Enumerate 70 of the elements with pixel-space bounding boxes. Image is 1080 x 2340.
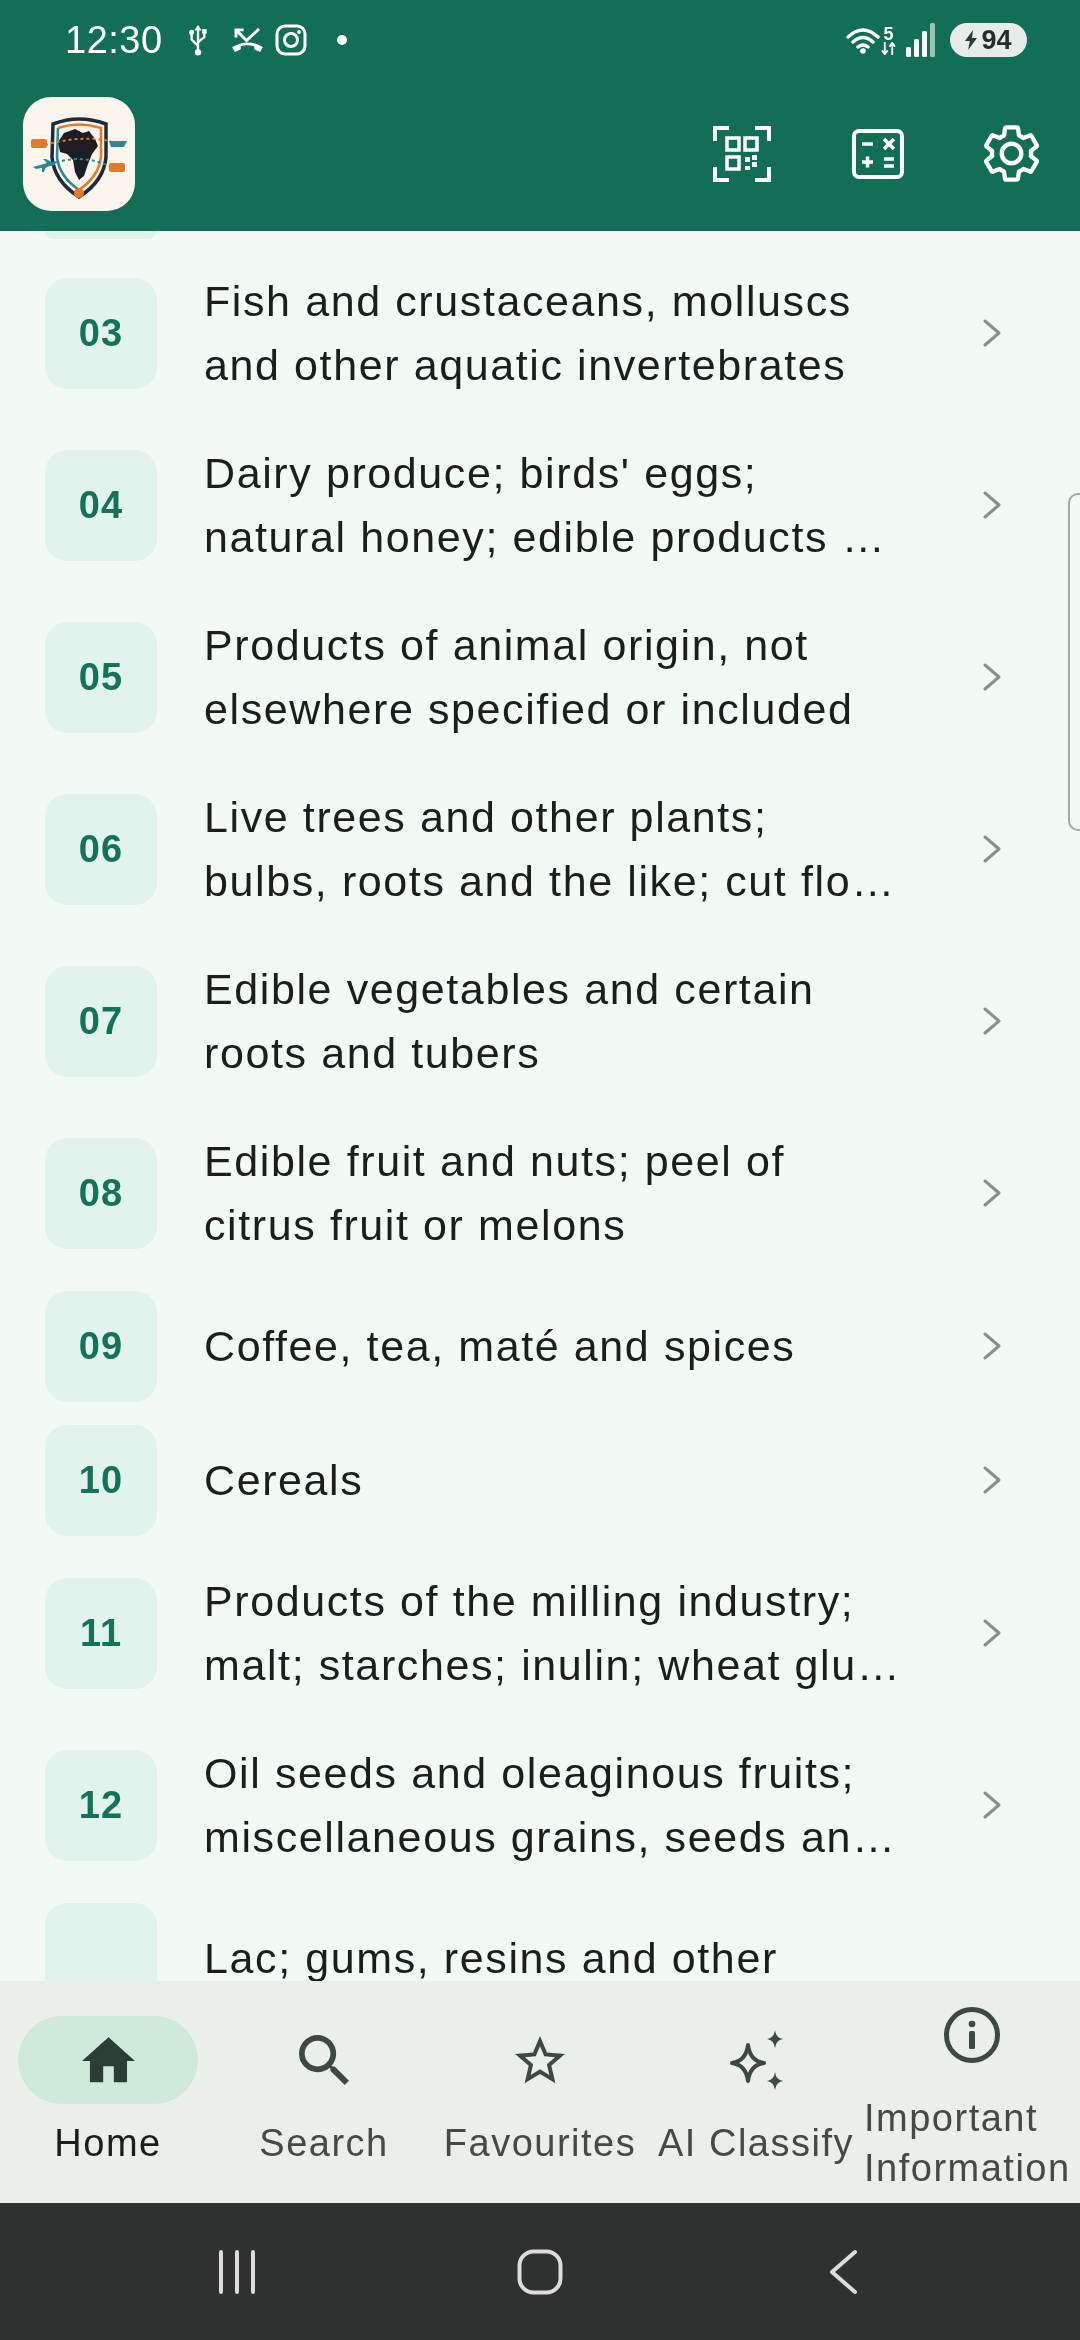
chapter-title: Edible vegetables and certain roots and tubers [204,964,816,1079]
chapter-code: 08 [45,1137,157,1249]
calculator-button[interactable] [852,128,904,179]
recent-apps-icon[interactable] [217,2249,257,2294]
chapter-title: Oil seeds and oleaginous fruits; miscellaneous grains, seeds an… [204,1748,898,1863]
settings-button[interactable] [983,125,1040,182]
chapter-title: Fish and crustaceans, molluscs and other aquatic invertebrates [204,276,853,391]
chapter-code: 03 [45,277,157,389]
chevron-right-icon [982,490,1002,520]
data-transfer-icon [881,41,896,55]
nav-tab[interactable]: Important Information [864,1991,1080,2193]
signal-icon [906,23,936,57]
chapter-list-item[interactable]: 10 Cereals [0,1413,1080,1547]
camera-icon [274,24,307,56]
wifi-band-label: 5 [883,25,894,42]
usb-icon [187,24,208,56]
back-icon[interactable] [828,2248,858,2295]
chevron-right-icon [982,1331,1002,1361]
missed-call-icon [229,27,265,53]
info-icon [944,2007,1000,2063]
status-time: 12:30 [65,18,163,62]
chapter-list-item[interactable]: 06 Live trees and other plants; bulbs, roots and the like; cut flo… [0,763,1080,935]
search-icon [299,2035,349,2085]
chapter-list-item[interactable]: 03 Fish and crustaceans, molluscs and other aquatic invertebrates [0,247,1080,419]
chapter-code: 11 [45,1577,157,1689]
nav-tab[interactable]: Favourites [432,2016,648,2168]
chevron-right-icon [982,318,1002,348]
chapter-list-item[interactable]: 04 Dairy produce; birds' eggs; natural honey; edible products … [0,419,1080,591]
star-icon [515,2036,565,2084]
chevron-right-icon [982,1618,1002,1648]
chapter-title: Products of animal origin, not elsewhere specified or included [204,620,855,735]
chapter-code: 05 [45,621,157,733]
chapter-list-item[interactable]: 09 Coffee, tea, maté and spices [0,1279,1080,1413]
chapter-code: 09 [45,1290,157,1402]
chapter-list-item[interactable]: 07 Edible vegetables and certain roots and tubers [0,935,1080,1107]
chapter-list-item[interactable]: 12 Oil seeds and oleaginous fruits; miscellaneous grains, seeds an… [0,1719,1080,1891]
settings-icon [983,125,1040,182]
nav-tab[interactable]: AI Classify [648,2016,864,2168]
chapter-list-item[interactable]: 05 Products of animal origin, not elsewhere specified or included [0,591,1080,763]
battery-percentage: 94 [981,25,1012,55]
chapter-code: 06 [45,793,157,905]
chapter-title: Products of the milling industry; malt; starches; inulin; wheat glu… [204,1576,903,1691]
chapter-code: 12 [45,1749,157,1861]
chapter-title: Dairy produce; birds' eggs; natural honey; edible products … [204,448,888,563]
shield-logo-icon [23,96,135,211]
nav-tab[interactable]: Home [0,2016,216,2168]
qr-scan-button[interactable] [713,125,771,182]
chapter-list-item[interactable]: 08 Edible fruit and nuts; peel of citrus fruit or melons [0,1107,1080,1279]
calculator-icon [852,128,904,179]
nav-tab[interactable]: Search [216,2016,432,2168]
chapter-code: 10 [45,1424,157,1536]
chapter-title: Live trees and other plants; bulbs, roots and the like; cut flo… [204,792,897,907]
chevron-right-icon [982,834,1002,864]
chapter-title: Cereals [204,1455,365,1506]
chapter-title: Coffee, tea, maté and spices [204,1321,797,1372]
chapter-list-item[interactable]: 11 Products of the milling industry; malt; starches; inulin; wheat glu… [0,1547,1080,1719]
chapter-code: 07 [45,965,157,1077]
chevron-right-icon [982,1006,1002,1036]
home-button-icon[interactable] [517,2248,563,2295]
chevron-right-icon [982,1790,1002,1820]
chevron-right-icon [982,1178,1002,1208]
chevron-right-icon [982,1465,1002,1495]
chapter-title: Edible fruit and nuts; peel of citrus fruit or melons [204,1136,787,1251]
scrollbar[interactable] [1068,493,1080,831]
home-icon [81,2037,135,2083]
notification-dot-icon [336,35,347,45]
chapter-code: 04 [45,449,157,561]
wifi-icon [846,26,880,54]
qr-code-icon [713,125,771,182]
chevron-right-icon [982,662,1002,692]
